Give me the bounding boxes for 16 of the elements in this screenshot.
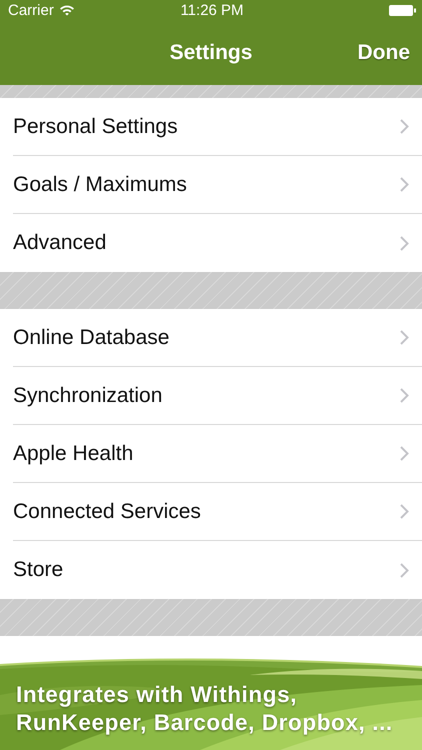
chevron-icon	[400, 236, 409, 250]
banner-caption: Integrates with Withings,	[16, 682, 298, 708]
nav-title: Settings	[170, 40, 252, 64]
chevron-icon	[400, 119, 409, 134]
status-time: 11:26 PM	[180, 2, 244, 18]
done-button[interactable]: Done	[358, 40, 410, 64]
wifi-icon	[58, 4, 75, 16]
chevron-icon	[400, 446, 409, 461]
chevron-icon	[400, 504, 409, 519]
battery-icon	[389, 4, 416, 16]
chevron-icon	[400, 330, 409, 345]
carrier-label: Carrier	[8, 2, 54, 18]
banner-caption: RunKeeper, Barcode, Dropbox, ...	[16, 710, 393, 736]
chevron-icon	[400, 562, 409, 578]
chevron-icon	[400, 177, 409, 192]
chevron-icon	[400, 388, 409, 403]
